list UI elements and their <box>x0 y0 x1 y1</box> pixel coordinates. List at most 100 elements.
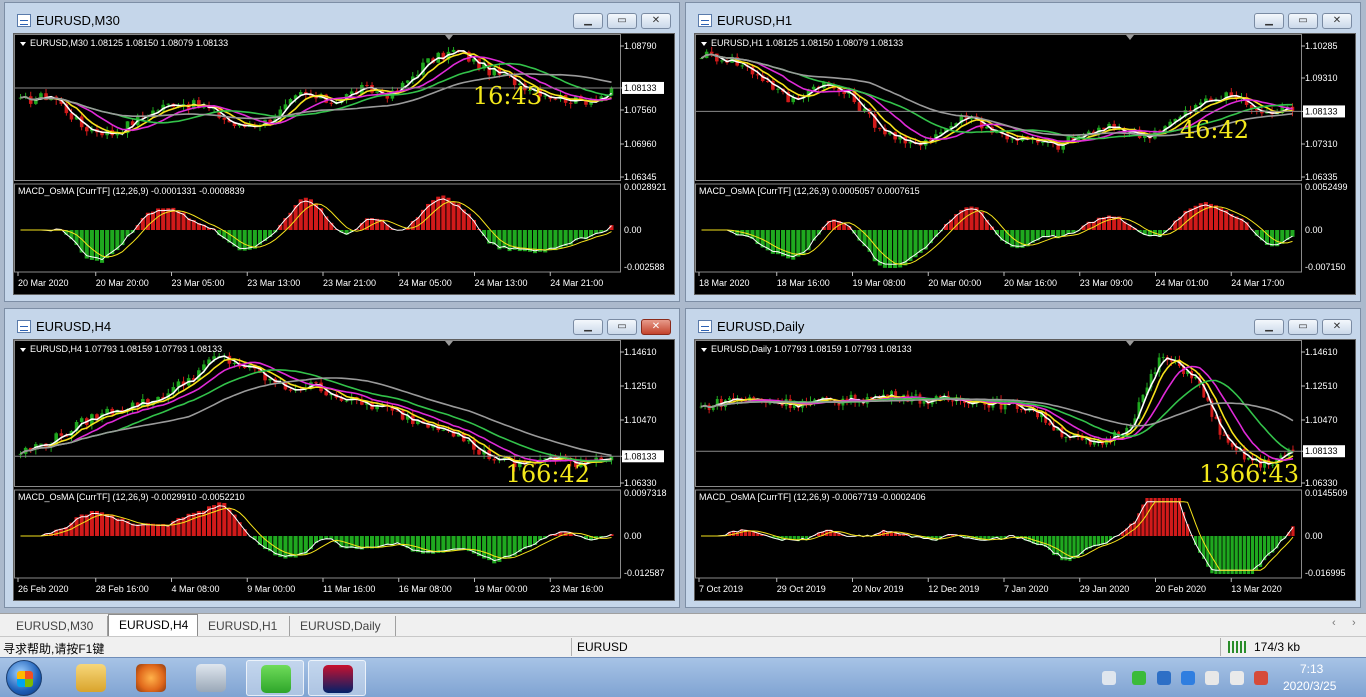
price-tick-label: 1.06345 <box>624 172 657 182</box>
clock-date[interactable]: 2020/3/25 <box>1283 679 1336 693</box>
minimize-icon[interactable]: ▁ <box>573 319 603 335</box>
taskbar-calculator[interactable] <box>182 660 240 696</box>
taskbar-fox-app[interactable] <box>122 660 180 696</box>
restore-icon[interactable]: ▭ <box>607 319 637 335</box>
price-chart[interactable]: 1.08790 1.08133 1.07560 1.06960 1.06345 EURUS… <box>13 33 675 295</box>
minimize-icon[interactable]: ▁ <box>1254 319 1284 335</box>
macd-bar <box>1193 205 1198 230</box>
chart-window-daily[interactable]: EURUSD,Daily ▁ ▭ ✕ 1.14610 1.12510 1.10470 1.08… <box>685 308 1361 608</box>
clock-time[interactable]: 7:13 <box>1300 662 1323 676</box>
minimize-icon[interactable]: ▁ <box>1254 13 1284 29</box>
macd-bar <box>298 536 303 556</box>
bluetooth-icon[interactable] <box>1181 671 1195 685</box>
price-tick-label: 1.06330 <box>624 478 657 488</box>
macd-axis: 0.0028921 0.00 -0.002588 <box>624 182 667 272</box>
shield-icon[interactable] <box>1157 671 1171 685</box>
candle-body <box>1222 434 1226 436</box>
macd-bar <box>887 230 893 268</box>
tab-eurusd-m30[interactable]: EURUSD,M30 <box>6 616 108 636</box>
macd-bar <box>89 230 94 260</box>
candle-body <box>39 443 43 445</box>
taskbar-file-explorer[interactable] <box>62 660 120 696</box>
clipboard-icon[interactable] <box>1205 671 1219 685</box>
chart-window-icon <box>698 320 712 333</box>
macd-bar <box>1015 230 1020 249</box>
time-tick-label: 29 Oct 2019 <box>777 584 826 594</box>
macd-bar <box>502 536 507 559</box>
macd-bar <box>786 230 791 259</box>
time-tick-label: 7 Oct 2019 <box>699 584 743 594</box>
close-icon[interactable]: ✕ <box>1322 319 1352 335</box>
symbol-ohlc-label: EURUSD,H4 1.07793 1.08159 1.07793 1.0813… <box>30 344 222 354</box>
time-axis: 7 Oct 2019 29 Oct 2019 20 Nov 2019 12 Dec 2… <box>698 578 1282 594</box>
taskbar-mt4-terminal[interactable] <box>308 660 366 696</box>
candle-body <box>1048 422 1052 426</box>
volume-mute-icon[interactable] <box>1254 671 1268 685</box>
candle-body <box>768 402 772 404</box>
price-tick-label: 1.08133 <box>1305 446 1338 456</box>
dropdown-arrow-icon <box>701 348 707 352</box>
time-tick-label: 24 Mar 13:00 <box>475 278 528 288</box>
close-icon[interactable]: ✕ <box>1322 13 1352 29</box>
tab-eurusd-h4[interactable]: EURUSD,H4 <box>108 614 198 636</box>
time-tick-label: 19 Mar 08:00 <box>853 278 906 288</box>
price-axis: 1.08790 1.08133 1.07560 1.06960 1.06345 <box>620 41 664 182</box>
ma-white-line <box>20 355 612 465</box>
price-tick-label: 1.09310 <box>1305 73 1338 83</box>
restore-icon[interactable]: ▭ <box>607 13 637 29</box>
tab-scroll-left-icon[interactable]: ‹ <box>1332 617 1336 629</box>
shift-marker-icon <box>445 341 453 346</box>
time-tick-label: 20 Nov 2019 <box>853 584 904 594</box>
macd-bar <box>487 536 492 561</box>
time-tick-label: 16 Mar 08:00 <box>399 584 452 594</box>
chart-window-h4[interactable]: EURUSD,H4 ▁ ▭ ✕ 1.14610 1.12510 1.10470 1.08133… <box>4 308 680 608</box>
macd-tick-label: -0.007150 <box>1305 262 1346 272</box>
price-chart[interactable]: 1.14610 1.12510 1.10470 1.08133 1.06330 EURUS… <box>13 339 675 601</box>
close-icon[interactable]: ✕ <box>641 319 671 335</box>
bar-countdown: 1366:43 <box>1199 460 1299 488</box>
macd-bar <box>796 230 801 257</box>
mt4-terminal-icon <box>323 665 353 693</box>
start-button-icon[interactable] <box>6 660 42 696</box>
macd-bar <box>242 230 247 251</box>
macd-bar <box>791 230 796 260</box>
macd-tick-label: 0.0028921 <box>624 182 667 192</box>
time-tick-label: 24 Mar 21:00 <box>550 278 603 288</box>
macd-bar <box>1226 536 1230 574</box>
candle-body <box>84 127 89 132</box>
price-tick-label: 1.14610 <box>624 347 657 357</box>
macd-bar <box>303 197 308 230</box>
macd-tick-label: 0.00 <box>1305 531 1323 541</box>
macd-bar <box>94 511 99 536</box>
price-tick-label: 1.12510 <box>1305 381 1338 391</box>
macd-tick-label: 0.00 <box>624 531 642 541</box>
chart-tab-bar: EURUSD,M30 EURUSD,H4 EURUSD,H1 EURUSD,Daily… <box>0 613 1366 636</box>
taskbar-wechat[interactable] <box>246 660 304 696</box>
tab-eurusd-h1[interactable]: EURUSD,H1 <box>198 616 290 636</box>
keyboard-icon[interactable] <box>1102 671 1116 685</box>
time-tick-label: 4 Mar 08:00 <box>172 584 220 594</box>
minimize-icon[interactable]: ▁ <box>573 13 603 29</box>
restore-icon[interactable]: ▭ <box>1288 13 1318 29</box>
tab-eurusd-daily[interactable]: EURUSD,Daily <box>290 616 396 636</box>
network-icon[interactable] <box>1230 671 1244 685</box>
price-tick-label: 1.07560 <box>624 105 657 115</box>
time-tick-label: 19 Mar 00:00 <box>475 584 528 594</box>
chart-window-m30[interactable]: EURUSD,M30 ▁ ▭ ✕ 1.08790 1.08133 1.07560 1.0696… <box>4 2 680 302</box>
price-chart[interactable]: 1.10285 1.09310 1.08133 1.07310 1.06335 EURUS… <box>694 33 1356 295</box>
price-chart[interactable]: 1.14610 1.12510 1.10470 1.08133 1.06330 EURUS… <box>694 339 1356 601</box>
macd-bar <box>441 536 446 553</box>
time-tick-label: 23 Mar 05:00 <box>172 278 225 288</box>
window-titlebar[interactable]: EURUSD,Daily ▁ ▭ ✕ <box>686 309 1360 339</box>
price-axis: 1.14610 1.12510 1.10470 1.08133 1.06330 <box>1301 347 1345 488</box>
wechat-tray-icon[interactable] <box>1132 671 1146 685</box>
window-titlebar[interactable]: EURUSD,H1 ▁ ▭ ✕ <box>686 3 1360 33</box>
restore-icon[interactable]: ▭ <box>1288 319 1318 335</box>
candle-body <box>375 91 379 93</box>
window-titlebar[interactable]: EURUSD,M30 ▁ ▭ ✕ <box>5 3 679 33</box>
window-titlebar[interactable]: EURUSD,H4 ▁ ▭ ✕ <box>5 309 679 339</box>
price-axis: 1.14610 1.12510 1.10470 1.08133 1.06330 <box>620 347 664 488</box>
chart-window-h1[interactable]: EURUSD,H1 ▁ ▭ ✕ 1.10285 1.09310 1.08133 1.07310… <box>685 2 1361 302</box>
tab-scroll-right-icon[interactable]: › <box>1352 617 1356 629</box>
close-icon[interactable]: ✕ <box>641 13 671 29</box>
